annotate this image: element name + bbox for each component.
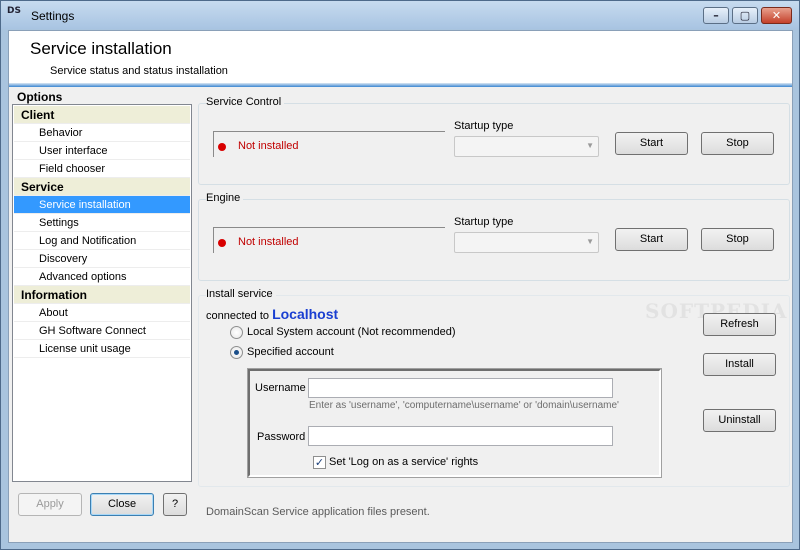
tree-item-log-and-notification[interactable]: Log and Notification [14,232,190,250]
install-service-label: Install service [206,288,276,300]
page-title: Service installation [30,39,172,58]
connected-to-row: connected to Localhost [206,306,338,322]
engine-status-text: Not installed [238,236,299,248]
tree-item-advanced-options[interactable]: Advanced options [14,268,190,286]
local-system-radio[interactable] [230,326,243,339]
password-label: Password [257,431,306,443]
service-startup-type-select[interactable]: ▼ [454,136,599,157]
logon-right-checkbox[interactable]: ✓ [313,456,326,469]
username-hint: Enter as 'username', 'computername\usern… [309,400,619,411]
tree-item-about[interactable]: About [14,304,190,322]
apply-button[interactable]: Apply [18,493,82,516]
app-logo-icon: DS [7,6,21,16]
options-tree[interactable]: Client Behavior User interface Field cho… [12,104,192,482]
service-status-text: Not installed [238,140,299,152]
service-control-label: Service Control [206,96,285,108]
engine-startup-type-label: Startup type [454,216,514,228]
tree-item-gh-software-connect[interactable]: GH Software Connect [14,322,190,340]
title-bar[interactable]: DS Settings – ▢ ✕ [1,1,799,29]
tree-item-behavior[interactable]: Behavior [14,124,190,142]
status-message: DomainScan Service application files pre… [206,506,430,518]
close-button[interactable]: Close [90,493,154,516]
service-stop-button[interactable]: Stop [701,132,774,155]
service-start-button[interactable]: Start [615,132,688,155]
tree-item-settings[interactable]: Settings [14,214,190,232]
install-button[interactable]: Install [703,353,776,376]
tree-group-information[interactable]: Information [14,286,190,304]
tree-item-service-installation[interactable]: Service installation [14,196,190,214]
tree-item-field-chooser[interactable]: Field chooser [14,160,190,178]
maximize-button[interactable]: ▢ [732,7,758,24]
password-input[interactable] [308,426,613,446]
engine-start-button[interactable]: Start [615,228,688,251]
chevron-down-icon: ▼ [586,141,594,150]
settings-window: DS Settings – ▢ ✕ Service installation S… [0,0,800,550]
engine-startup-type-select[interactable]: ▼ [454,232,599,253]
refresh-button[interactable]: Refresh [703,313,776,336]
tree-group-service[interactable]: Service [14,178,190,196]
dialog-body: Service installation Service status and … [8,30,793,543]
close-window-button[interactable]: ✕ [761,7,792,24]
username-input[interactable] [308,378,613,398]
uninstall-button[interactable]: Uninstall [703,409,776,432]
header-divider [9,83,792,87]
page-subtitle: Service status and status installation [50,65,228,77]
chevron-down-icon: ▼ [586,237,594,246]
tree-item-license-unit-usage[interactable]: License unit usage [14,340,190,358]
engine-status-dot-icon [218,239,226,247]
tree-item-discovery[interactable]: Discovery [14,250,190,268]
username-label: Username [255,382,306,394]
connected-to-prefix: connected to [206,310,269,322]
service-startup-type-label: Startup type [454,120,514,132]
tree-item-user-interface[interactable]: User interface [14,142,190,160]
window-title: Settings [31,9,75,23]
help-button[interactable]: ? [163,493,187,516]
options-title: Options [17,90,63,104]
specified-account-radio[interactable] [230,346,243,359]
minimize-button[interactable]: – [703,7,729,24]
page-header: Service installation Service status and … [9,31,792,83]
tree-group-client[interactable]: Client [14,106,190,124]
logon-right-label[interactable]: Set 'Log on as a service' rights [329,456,478,468]
specified-account-label[interactable]: Specified account [247,346,334,358]
engine-stop-button[interactable]: Stop [701,228,774,251]
local-system-label[interactable]: Local System account (Not recommended) [247,326,455,338]
connected-host: Localhost [272,306,339,322]
engine-label: Engine [206,192,244,204]
service-status-dot-icon [218,143,226,151]
